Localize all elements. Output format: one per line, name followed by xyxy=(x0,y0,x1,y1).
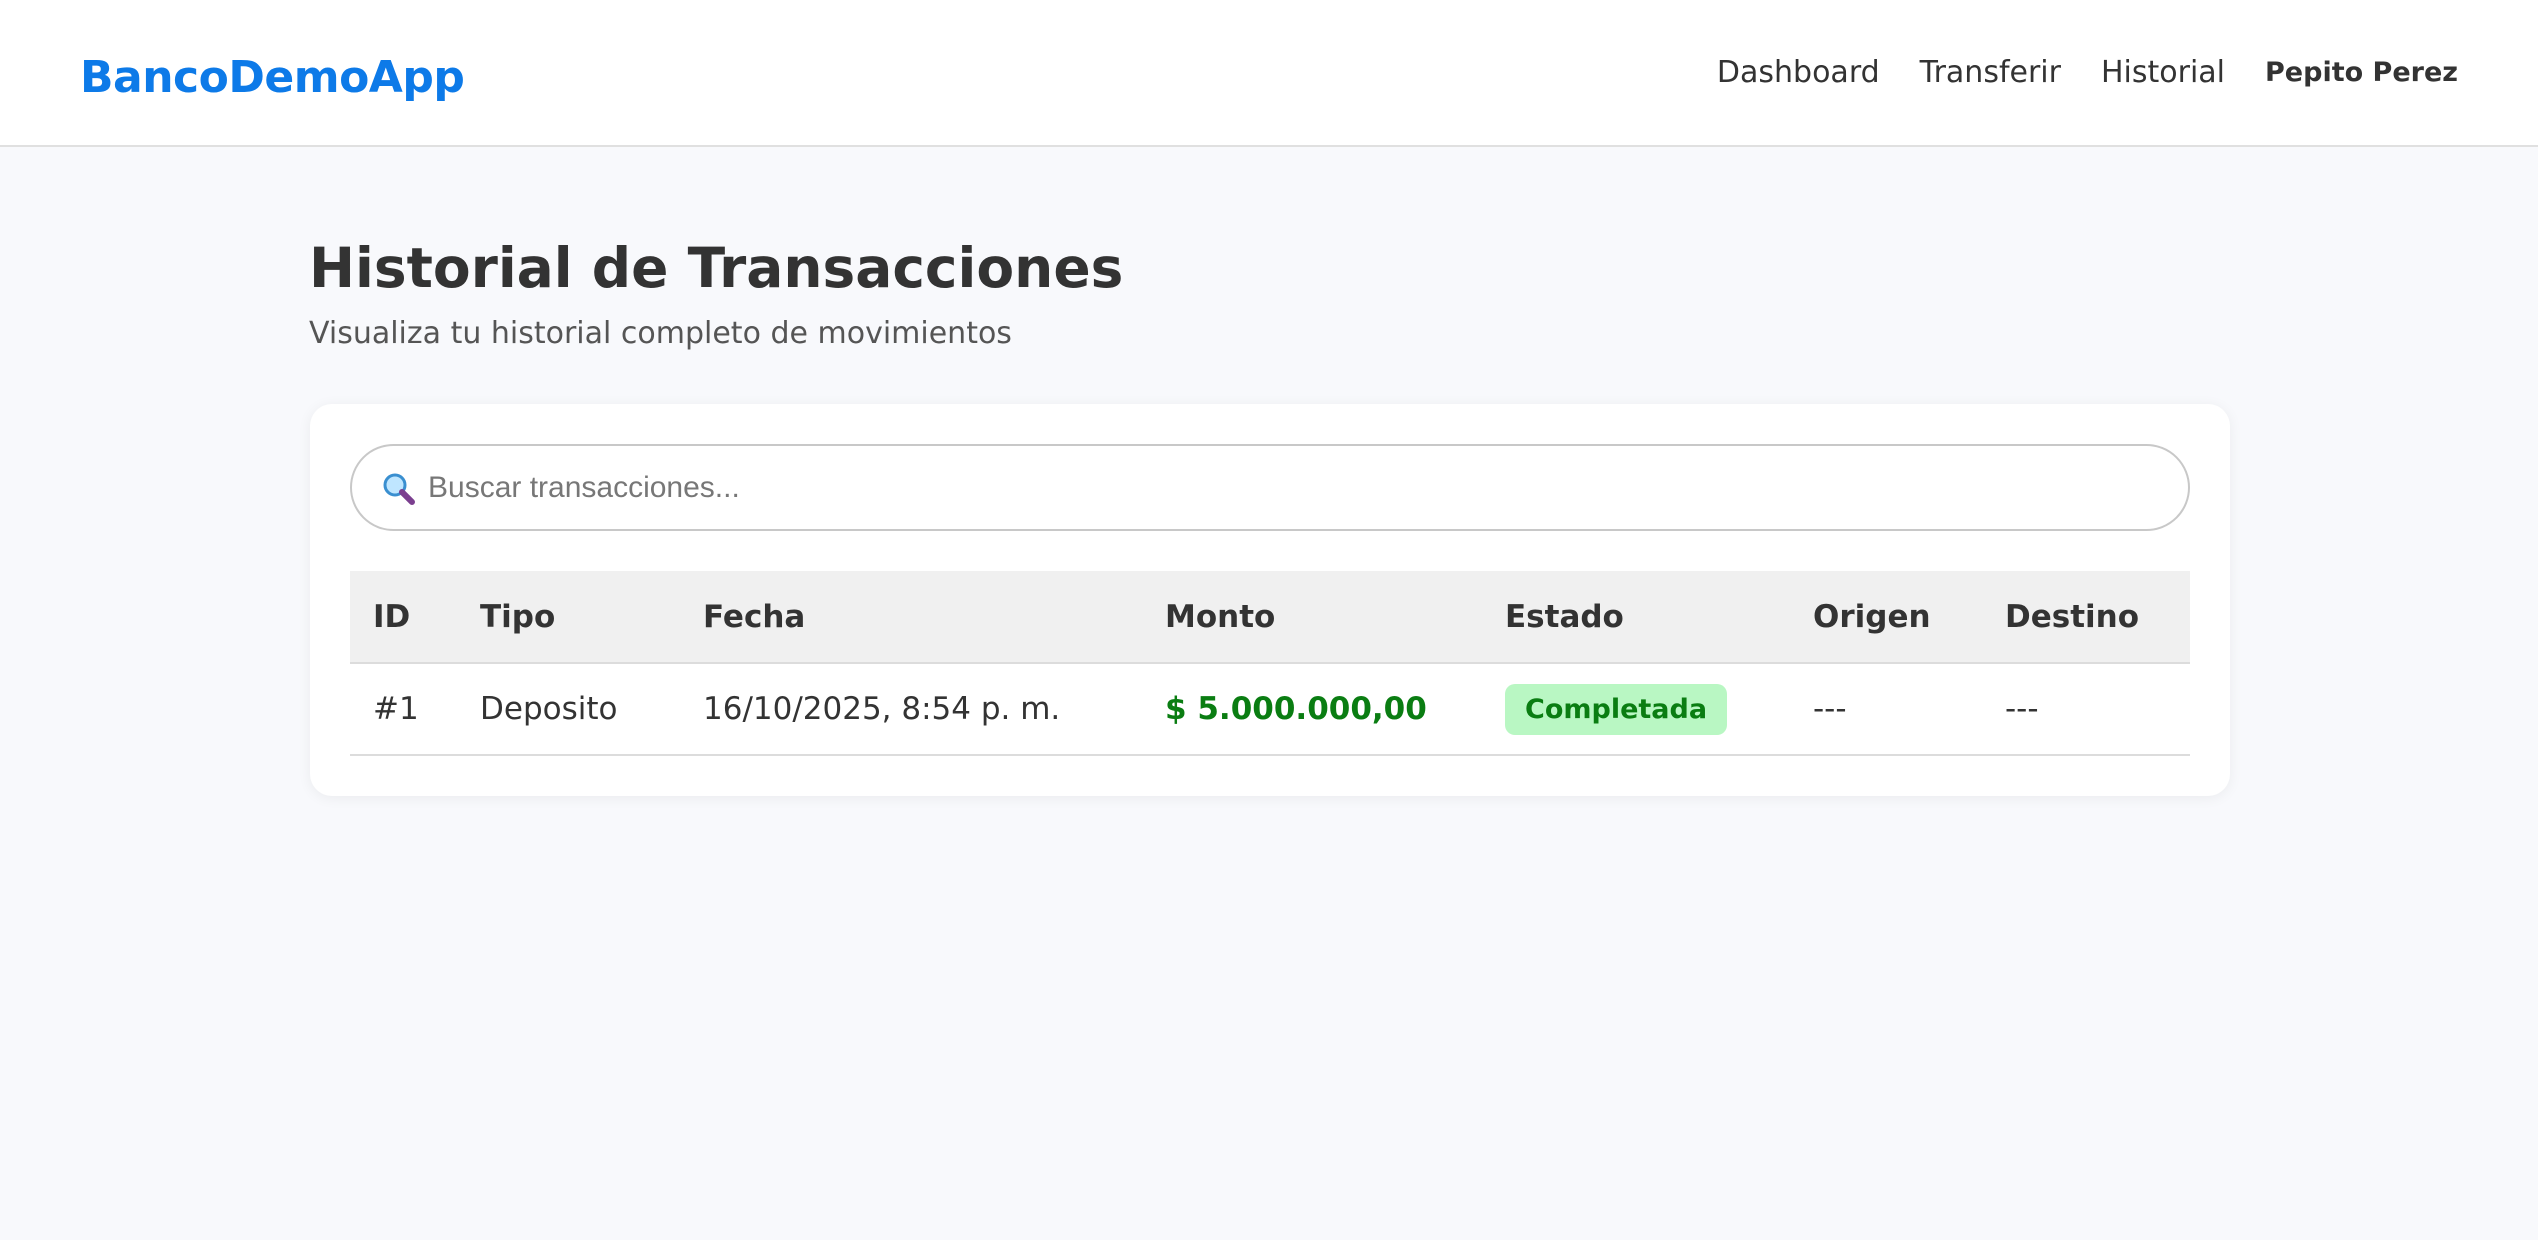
status-badge: Completada xyxy=(1505,683,1728,735)
table-header-row: ID Tipo Fecha Monto Estado Origen Destin… xyxy=(350,571,2190,664)
transactions-card: ID Tipo Fecha Monto Estado Origen Destin… xyxy=(310,404,2230,796)
cell-origen: --- xyxy=(1790,663,1982,756)
cell-destino: --- xyxy=(1982,663,2190,756)
nav-link-dashboard[interactable]: Dashboard xyxy=(1717,55,1880,90)
column-header-estado: Estado xyxy=(1482,571,1790,664)
table-row[interactable]: #1 Deposito 16/10/2025, 8:54 p. m. $ 5.0… xyxy=(350,663,2190,756)
column-header-origen: Origen xyxy=(1790,571,1982,664)
cell-monto: $ 5.000.000,00 xyxy=(1142,663,1482,756)
cell-estado: Completada xyxy=(1482,663,1790,756)
column-header-tipo: Tipo xyxy=(457,571,680,664)
search-box[interactable] xyxy=(350,444,2190,531)
search-icon xyxy=(380,470,416,506)
brand-logo[interactable]: BancoDemoApp xyxy=(80,52,465,103)
cell-id: #1 xyxy=(350,663,457,756)
column-header-destino: Destino xyxy=(1982,571,2190,664)
nav-link-transferir[interactable]: Transferir xyxy=(1920,55,2061,90)
cell-tipo: Deposito xyxy=(457,663,680,756)
transactions-table: ID Tipo Fecha Monto Estado Origen Destin… xyxy=(350,571,2190,756)
column-header-fecha: Fecha xyxy=(680,571,1142,664)
cell-fecha: 16/10/2025, 8:54 p. m. xyxy=(680,663,1142,756)
page-title: Historial de Transacciones xyxy=(309,236,1124,300)
column-header-id: ID xyxy=(350,571,457,664)
user-name: Pepito Perez xyxy=(2265,57,2458,88)
navbar: BancoDemoApp Dashboard Transferir Histor… xyxy=(0,0,2538,147)
page-subtitle: Visualiza tu historial completo de movim… xyxy=(309,316,1012,351)
nav-links: Dashboard Transferir Historial Pepito Pe… xyxy=(1677,55,2458,90)
nav-link-historial[interactable]: Historial xyxy=(2101,55,2225,90)
search-input[interactable] xyxy=(428,447,2188,528)
column-header-monto: Monto xyxy=(1142,571,1482,664)
